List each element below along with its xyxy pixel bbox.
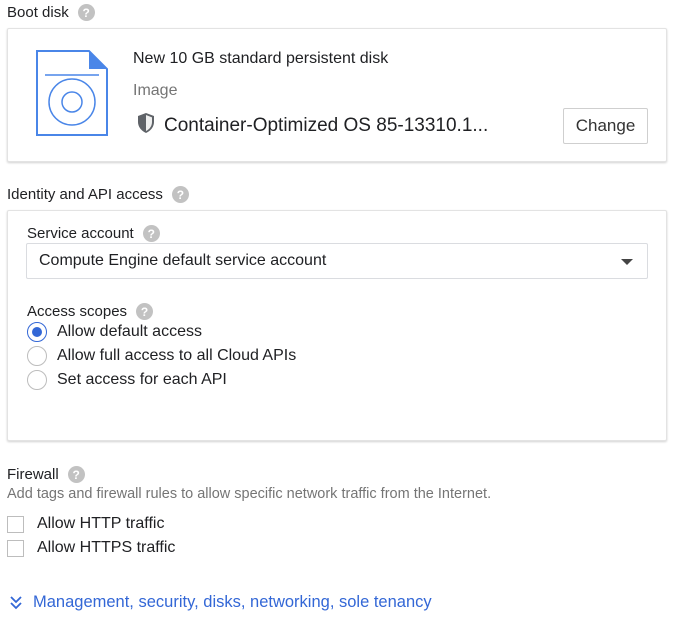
caret-down-icon <box>621 259 633 265</box>
firewall-title: Firewall ? <box>7 466 85 483</box>
radio-button[interactable] <box>27 346 47 366</box>
management-expand-link[interactable]: Management, security, disks, networking,… <box>9 593 432 612</box>
scope-option-label: Allow full access to all Cloud APIs <box>57 347 297 364</box>
os-name: Container-Optimized OS 85-13310.1... <box>164 114 489 136</box>
disk-name: New 10 GB standard persistent disk <box>133 50 389 67</box>
scope-option-full[interactable]: Allow full access to all Cloud APIs <box>27 346 296 366</box>
firewall-title-text: Firewall <box>7 466 59 483</box>
image-label: Image <box>133 82 178 99</box>
radio-button[interactable] <box>27 370 47 390</box>
service-account-value: Compute Engine default service account <box>39 252 327 269</box>
checkbox[interactable] <box>7 515 24 533</box>
firewall-option-label: Allow HTTP traffic <box>37 515 165 532</box>
radio-button-selected[interactable] <box>27 322 47 342</box>
service-account-label-text: Service account <box>27 225 134 242</box>
double-chevron-down-icon <box>10 595 22 609</box>
boot-disk-title: Boot disk ? <box>7 4 95 21</box>
change-button[interactable]: Change <box>563 108 648 144</box>
firewall-help-icon[interactable]: ? <box>67 466 85 483</box>
identity-title: Identity and API access ? <box>7 186 189 203</box>
service-account-help-icon[interactable]: ? <box>142 225 160 242</box>
checkbox[interactable] <box>7 539 24 557</box>
firewall-description: Add tags and firewall rules to allow spe… <box>7 486 492 502</box>
management-expand-link-text: Management, security, disks, networking,… <box>33 593 432 611</box>
boot-disk-title-text: Boot disk <box>7 4 69 21</box>
service-account-select[interactable]: Compute Engine default service account <box>26 243 648 279</box>
access-scopes-help-icon[interactable]: ? <box>136 303 154 320</box>
scope-option-label: Allow default access <box>57 323 202 340</box>
scope-option-default[interactable]: Allow default access <box>27 322 202 342</box>
shield-icon <box>136 112 156 139</box>
scope-option-each-api[interactable]: Set access for each API <box>27 370 227 390</box>
firewall-option-https[interactable]: Allow HTTPS traffic <box>7 539 175 557</box>
identity-help-icon[interactable]: ? <box>171 186 189 203</box>
scope-option-label: Set access for each API <box>57 371 227 388</box>
disk-image-icon <box>36 50 108 141</box>
firewall-option-label: Allow HTTPS traffic <box>37 539 176 556</box>
access-scopes-label: Access scopes ? <box>27 303 154 320</box>
firewall-option-http[interactable]: Allow HTTP traffic <box>7 515 164 533</box>
service-account-label: Service account ? <box>27 225 160 242</box>
boot-disk-help-icon[interactable]: ? <box>77 4 95 21</box>
access-scopes-label-text: Access scopes <box>27 303 128 320</box>
identity-title-text: Identity and API access <box>7 186 163 203</box>
os-row: Container-Optimized OS 85-13310.1... <box>136 112 488 139</box>
